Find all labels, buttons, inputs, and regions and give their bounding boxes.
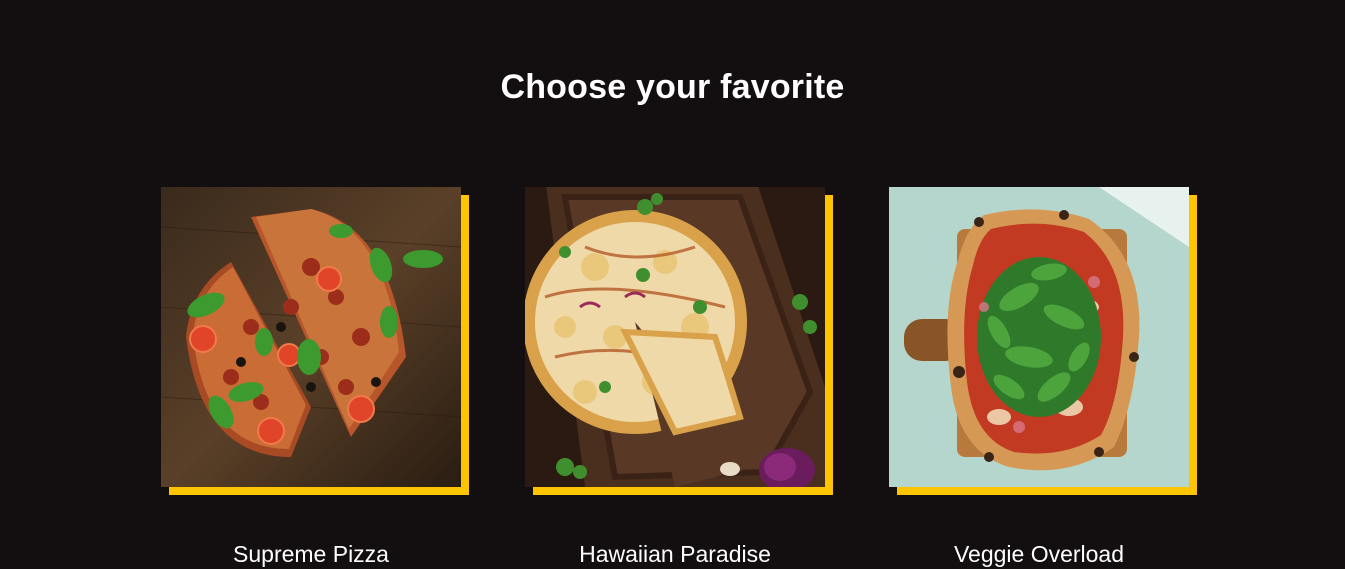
card-title[interactable]: Supreme Pizza <box>131 540 491 568</box>
section-title: Choose your favorite <box>500 68 845 106</box>
pizza-card-supreme[interactable]: Supreme Pizza <box>161 187 469 567</box>
pizza-card-veggie[interactable]: Veggie Overload <box>889 187 1197 567</box>
pizza-card-hawaiian[interactable]: Hawaiian Paradise <box>525 187 833 567</box>
supreme-pizza-image[interactable] <box>161 187 461 487</box>
card-title[interactable]: Hawaiian Paradise <box>495 540 855 568</box>
hawaiian-pizza-image[interactable] <box>525 187 825 487</box>
favorites-section: Choose your favorite Supreme Pizza Hawai… <box>0 0 1345 569</box>
card-title[interactable]: Veggie Overload <box>859 540 1219 568</box>
veggie-pizza-image[interactable] <box>889 187 1189 487</box>
